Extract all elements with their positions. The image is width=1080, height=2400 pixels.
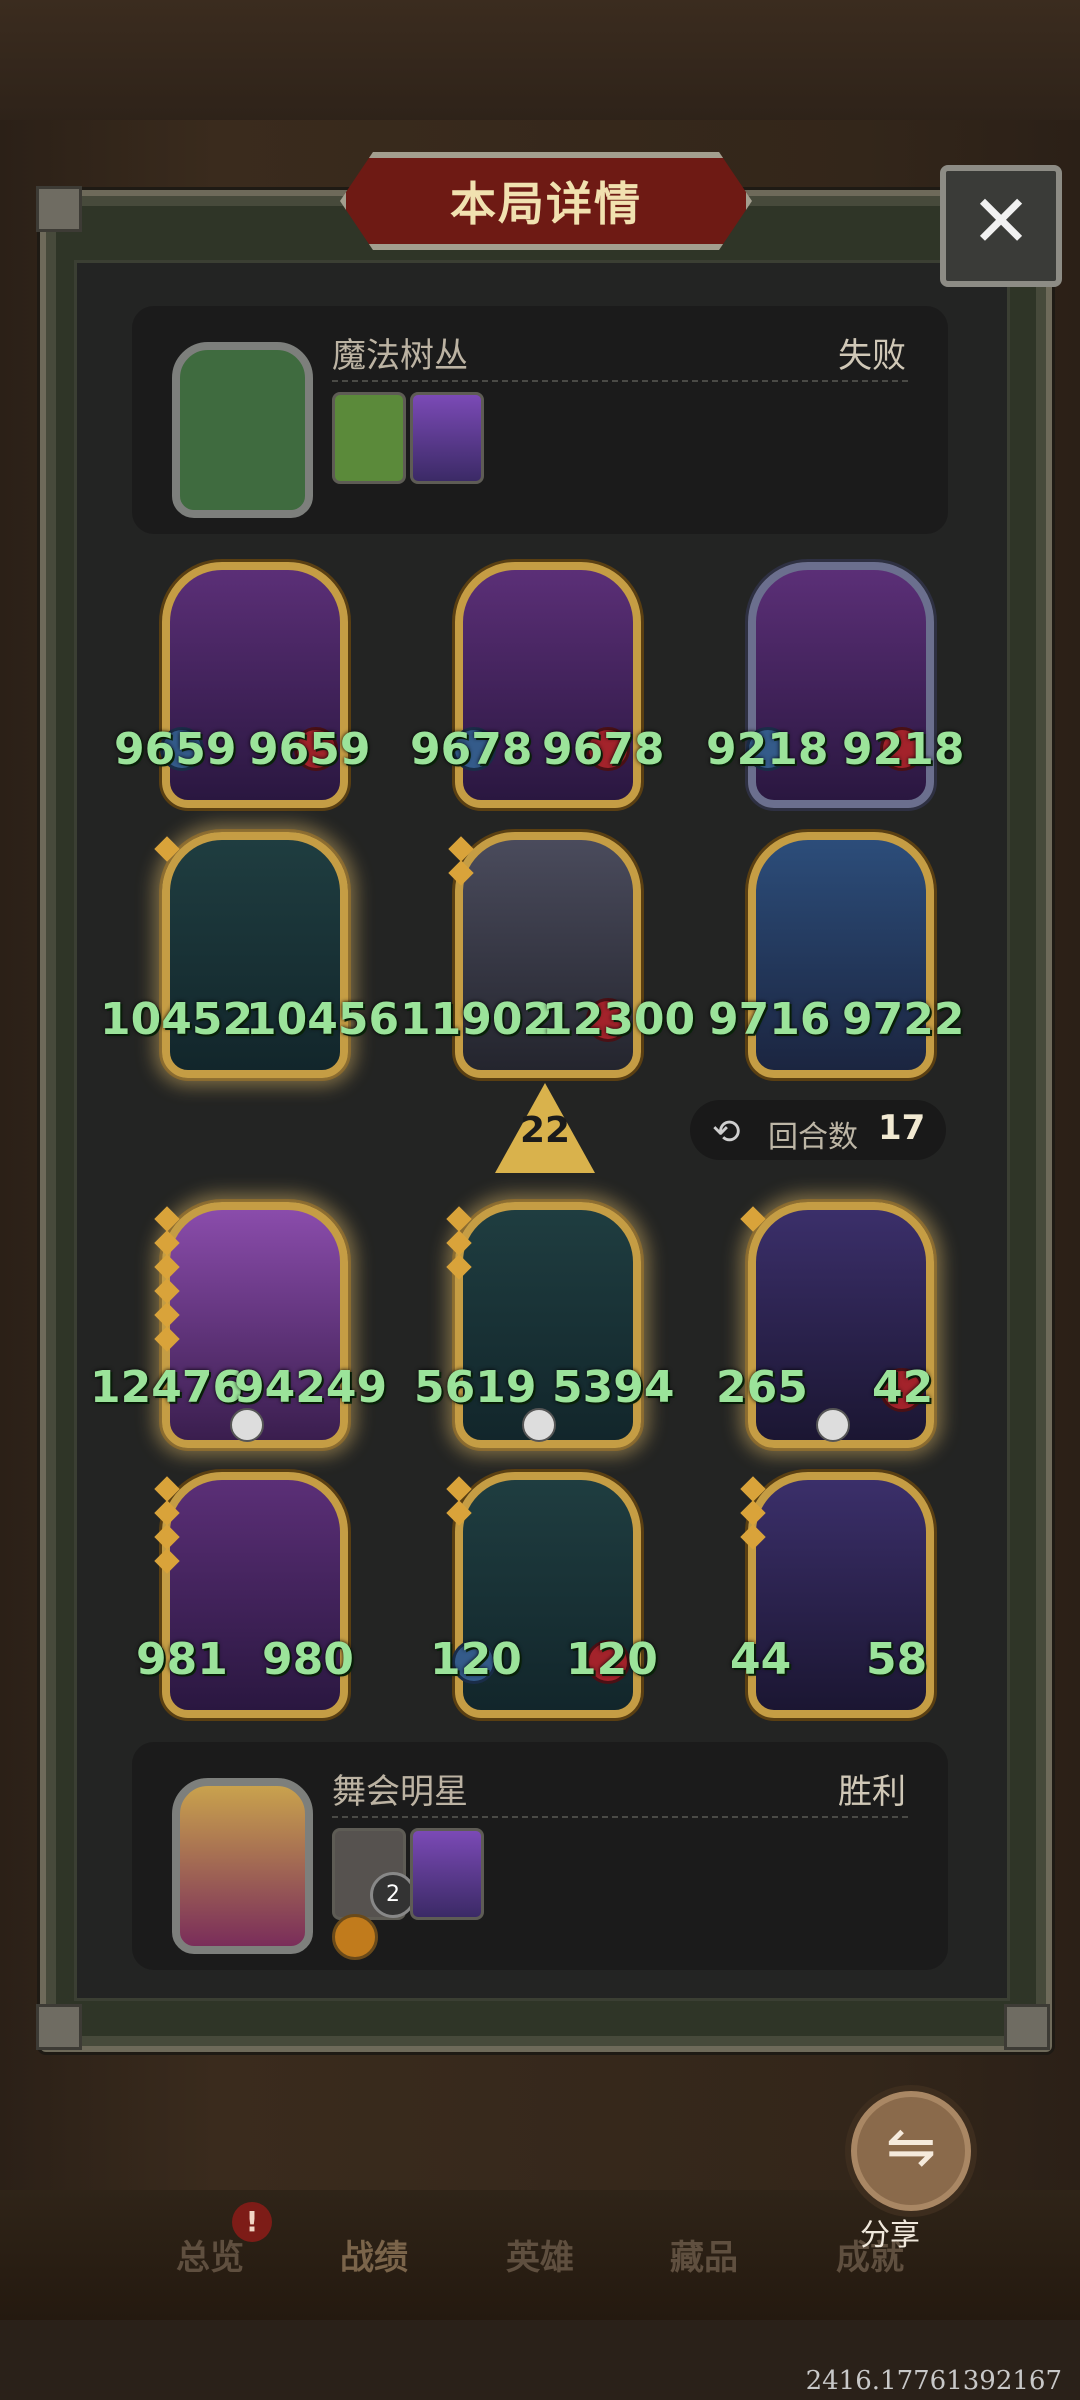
- unit-stars: [154, 1476, 180, 1574]
- unit-attack: 981: [136, 1634, 228, 1685]
- unit-health: 9678: [542, 724, 665, 775]
- unit-health: 9722: [842, 994, 965, 1045]
- unit-health: 10456: [246, 994, 400, 1045]
- unit-stars: [154, 836, 180, 862]
- opponent-portrait: [172, 342, 313, 518]
- player-name: 舞会明星: [332, 1772, 468, 1812]
- page-title: 本局详情: [450, 177, 642, 231]
- frame-corner: [1004, 2004, 1050, 2050]
- unit-health: 120: [566, 1634, 658, 1685]
- opponent-result: 失败: [838, 336, 906, 376]
- notification-badge: !: [232, 2202, 272, 2242]
- skull-icon: [522, 1408, 556, 1442]
- debug-coordinate: 2416.17761392167: [805, 2366, 1062, 2396]
- unit-health: 42: [872, 1362, 934, 1413]
- unit-health: 980: [262, 1634, 354, 1685]
- round-label: 回合数: [768, 1120, 858, 1155]
- unit-attack: 9659: [114, 724, 237, 775]
- share-button[interactable]: ⇋: [845, 2085, 977, 2217]
- round-value: 17: [878, 1108, 926, 1148]
- gold-coin-icon: [332, 1914, 378, 1960]
- round-count: ⟲ 回合数 17: [690, 1100, 946, 1160]
- player-item-icon[interactable]: [410, 1828, 484, 1920]
- tab-heroes[interactable]: 英雄: [506, 2230, 574, 2279]
- tab-record[interactable]: 战绩: [340, 2230, 408, 2279]
- opponent-item-icon[interactable]: [410, 392, 484, 484]
- unit-stars: [740, 1206, 766, 1232]
- unit-stars: [446, 1476, 472, 1526]
- unit-health: 9218: [842, 724, 965, 775]
- unit-health: 94249: [234, 1362, 388, 1413]
- battle-level: 22: [519, 1110, 571, 1151]
- unit-attack: 5619: [414, 1362, 537, 1413]
- frame-corner: [36, 186, 82, 232]
- repeat-icon: ⟲: [712, 1112, 741, 1152]
- skull-icon: [816, 1408, 850, 1442]
- close-button[interactable]: ✕: [940, 165, 1062, 287]
- player-result: 胜利: [838, 1772, 906, 1812]
- opponent-card: 魔法树丛 失败: [132, 306, 948, 534]
- tab-overview[interactable]: 总览: [176, 2230, 244, 2279]
- unit-stars: [448, 836, 474, 886]
- tab-collection[interactable]: 藏品: [670, 2230, 738, 2279]
- unit-attack: 9716: [708, 994, 831, 1045]
- unit-health: 9659: [248, 724, 371, 775]
- top-backdrop: [0, 0, 1080, 140]
- title-banner: 本局详情: [340, 152, 752, 250]
- share-icon: ⇋: [885, 2112, 937, 2182]
- unit-health: 12300: [542, 994, 696, 1045]
- player-card: 舞会明星 胜利 2: [132, 1742, 948, 1970]
- unit-attack: 11902: [400, 994, 554, 1045]
- share-label: 分享: [860, 2218, 920, 2253]
- skull-icon: [230, 1408, 264, 1442]
- unit-attack: 12476: [90, 1362, 244, 1413]
- unit-stars: [446, 1206, 472, 1280]
- divider: [332, 1816, 908, 1818]
- unit-attack: 9678: [410, 724, 533, 775]
- unit-attack: 120: [430, 1634, 522, 1685]
- unit-stars: [154, 1206, 180, 1352]
- unit-attack: 9218: [706, 724, 829, 775]
- unit-attack: 44: [730, 1634, 792, 1685]
- unit-health: 58: [866, 1634, 928, 1685]
- divider: [332, 380, 908, 382]
- player-portrait: [172, 1778, 313, 1954]
- unit-attack: 265: [716, 1362, 808, 1413]
- unit-attack: 10452: [100, 994, 254, 1045]
- opponent-name: 魔法树丛: [332, 336, 468, 376]
- frame-corner: [36, 2004, 82, 2050]
- opponent-item-icon[interactable]: [332, 392, 406, 484]
- unit-health: 5394: [552, 1362, 675, 1413]
- unit-stars: [740, 1476, 766, 1550]
